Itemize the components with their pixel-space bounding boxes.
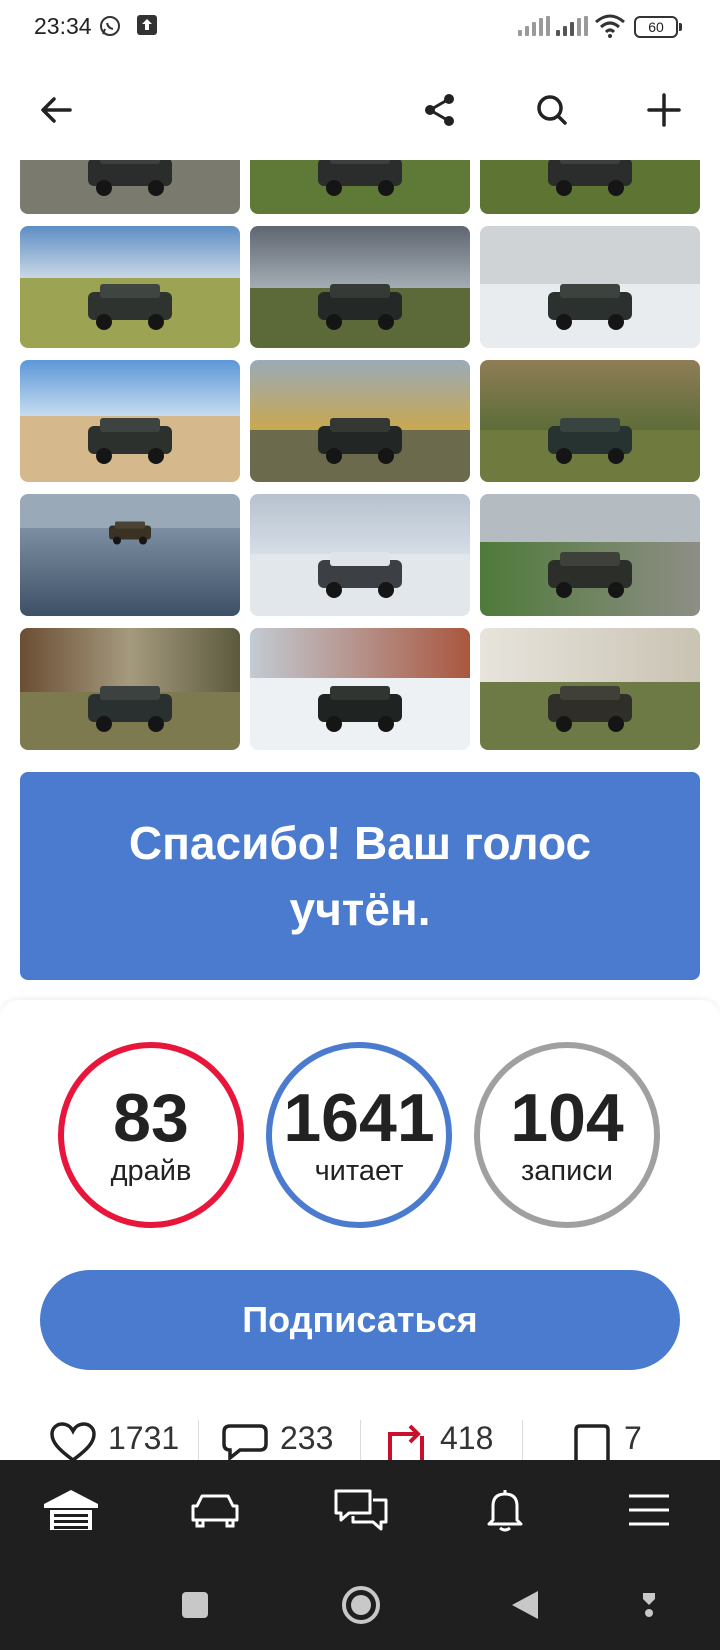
- stat-posts[interactable]: 104 записи: [474, 1042, 660, 1228]
- vote-thanks-text: Спасибо! Ваш голос учтён.: [128, 817, 592, 935]
- signal-icon: [556, 16, 588, 36]
- keyboard-hide-icon[interactable]: [626, 1582, 672, 1628]
- garage-icon[interactable]: [36, 1480, 106, 1540]
- comments-counter[interactable]: 233: [222, 1420, 333, 1460]
- battery-icon: 60: [634, 16, 682, 38]
- comments-count: 233: [280, 1420, 334, 1456]
- back-arrow-icon[interactable]: [28, 82, 84, 138]
- stat-value: 83: [113, 1079, 189, 1156]
- gallery-photo[interactable]: [480, 226, 700, 348]
- gallery-photo[interactable]: [480, 360, 700, 482]
- photo-gallery: [0, 160, 720, 752]
- signal-icon: [518, 16, 550, 36]
- stat-label: драйв: [110, 1154, 192, 1187]
- gallery-photo[interactable]: [250, 360, 470, 482]
- gallery-photo[interactable]: [20, 628, 240, 750]
- stat-label: записи: [520, 1154, 614, 1187]
- share-icon[interactable]: [412, 82, 468, 138]
- recent-apps-icon[interactable]: [172, 1582, 218, 1628]
- reposts-counter[interactable]: 418: [384, 1420, 493, 1460]
- bottom-navigation: [0, 1460, 720, 1560]
- gallery-photo[interactable]: [480, 160, 700, 214]
- bell-icon[interactable]: [470, 1480, 540, 1540]
- subscribe-button[interactable]: Подписаться: [40, 1270, 680, 1370]
- gallery-photo[interactable]: [250, 226, 470, 348]
- gallery-photo[interactable]: [20, 160, 240, 214]
- status-time: 23:34: [34, 13, 92, 39]
- reaction-counters: 1731 233 418 7: [0, 1420, 720, 1460]
- stat-label: читает: [314, 1154, 404, 1187]
- stat-drive[interactable]: 83 драйв: [58, 1042, 244, 1228]
- likes-counter[interactable]: 1731: [50, 1420, 179, 1460]
- status-bar: 23:34 60: [0, 0, 720, 56]
- search-icon[interactable]: [524, 82, 580, 138]
- top-toolbar: [0, 60, 720, 160]
- gallery-photo[interactable]: [250, 494, 470, 616]
- home-icon[interactable]: [338, 1582, 384, 1628]
- wifi-icon: [594, 14, 626, 43]
- divider: [198, 1420, 199, 1460]
- gallery-photo[interactable]: [250, 628, 470, 750]
- gallery-photo[interactable]: [480, 494, 700, 616]
- stats-panel: 83 драйв 1641 читает 104 записи Подписат…: [0, 1000, 720, 1460]
- system-navigation-bar: [0, 1560, 720, 1650]
- gallery-photo[interactable]: [20, 226, 240, 348]
- stat-value: 1641: [283, 1079, 435, 1156]
- repost-icon: [388, 1424, 424, 1460]
- menu-icon[interactable]: [614, 1480, 684, 1540]
- divider: [360, 1420, 361, 1460]
- vote-thanks-banner: Спасибо! Ваш голос учтён.: [20, 772, 700, 980]
- divider: [522, 1420, 523, 1460]
- car-icon[interactable]: [180, 1480, 250, 1540]
- upload-icon: [136, 14, 158, 41]
- bookmark-icon: [574, 1424, 610, 1460]
- bookmarks-count: 7: [624, 1420, 642, 1456]
- gallery-photo[interactable]: [250, 160, 470, 214]
- stat-followers[interactable]: 1641 читает: [266, 1042, 452, 1228]
- back-icon[interactable]: [502, 1582, 548, 1628]
- gallery-photo[interactable]: [20, 494, 240, 616]
- comment-icon: [222, 1424, 268, 1460]
- gallery-photo[interactable]: [20, 360, 240, 482]
- bookmarks-counter[interactable]: 7: [572, 1420, 642, 1460]
- whatsapp-icon: [98, 14, 122, 43]
- heart-icon: [50, 1422, 96, 1460]
- likes-count: 1731: [108, 1420, 180, 1456]
- reposts-count: 418: [440, 1420, 494, 1456]
- stat-value: 104: [510, 1079, 624, 1156]
- plus-icon[interactable]: [636, 82, 692, 138]
- gallery-photo[interactable]: [480, 628, 700, 750]
- chat-icon[interactable]: [326, 1480, 396, 1540]
